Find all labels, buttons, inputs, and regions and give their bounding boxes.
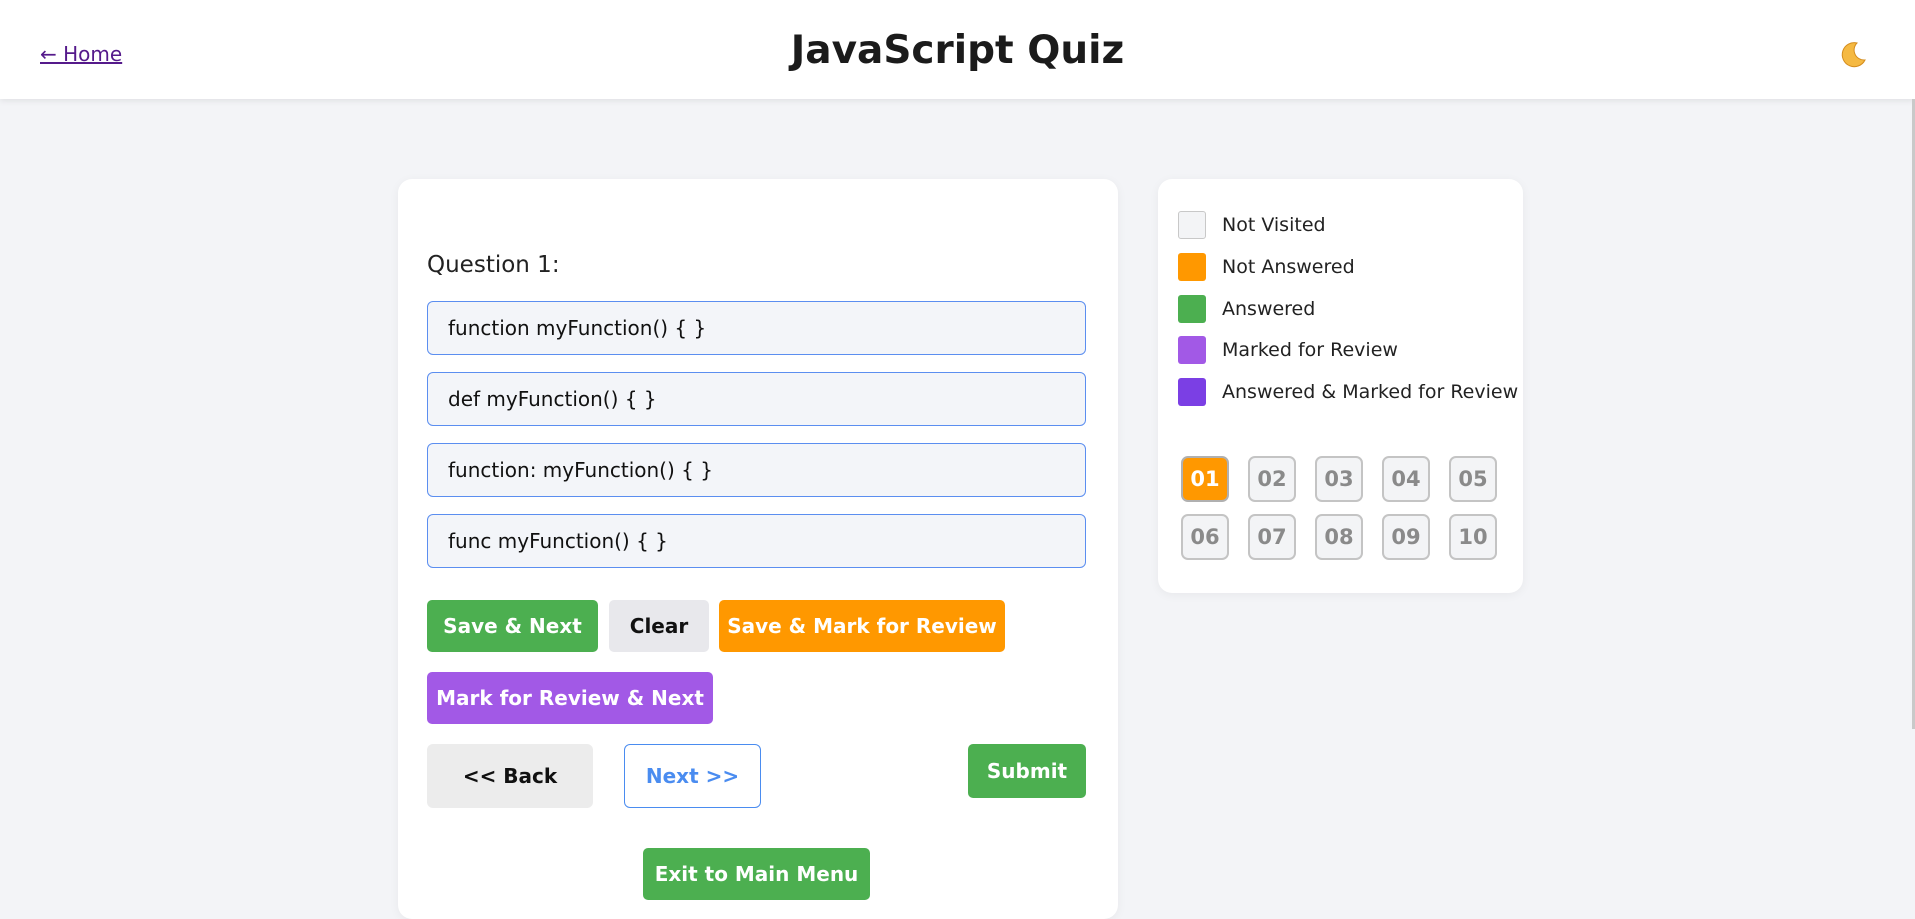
moon-icon[interactable]	[1838, 40, 1868, 70]
question-number-3[interactable]: 03	[1315, 456, 1363, 502]
mark-review-next-button[interactable]: Mark for Review & Next	[427, 672, 713, 724]
question-status-panel: Not Visited Not Answered Answered Marked…	[1158, 179, 1523, 593]
legend-label: Not Visited	[1222, 214, 1326, 236]
legend-label: Answered	[1222, 298, 1316, 320]
legend-marked-review: Marked for Review	[1178, 335, 1398, 365]
question-number-2[interactable]: 02	[1248, 456, 1296, 502]
answer-option-4[interactable]: func myFunction() { }	[427, 514, 1086, 568]
legend-swatch	[1178, 295, 1206, 323]
legend-answered-marked-review: Answered & Marked for Review	[1178, 377, 1518, 407]
clear-button[interactable]: Clear	[609, 600, 709, 652]
legend-label: Marked for Review	[1222, 339, 1398, 361]
next-button[interactable]: Next >>	[624, 744, 761, 808]
question-number-6[interactable]: 06	[1181, 514, 1229, 560]
save-mark-review-button[interactable]: Save & Mark for Review	[719, 600, 1005, 652]
answer-option-text: function: myFunction() { }	[448, 458, 713, 482]
legend-answered: Answered	[1178, 294, 1315, 324]
question-number-9[interactable]: 09	[1382, 514, 1430, 560]
answer-option-text: func myFunction() { }	[448, 529, 668, 553]
submit-button[interactable]: Submit	[968, 744, 1086, 798]
exit-main-menu-button[interactable]: Exit to Main Menu	[643, 848, 870, 900]
answer-option-1[interactable]: function myFunction() { }	[427, 301, 1086, 355]
page-title: JavaScript Quiz	[790, 28, 1125, 73]
answer-option-2[interactable]: def myFunction() { }	[427, 372, 1086, 426]
back-button[interactable]: << Back	[427, 744, 593, 808]
legend-not-answered: Not Answered	[1178, 252, 1355, 282]
legend-swatch	[1178, 211, 1206, 239]
legend-label: Not Answered	[1222, 256, 1355, 278]
legend-label: Answered & Marked for Review	[1222, 381, 1519, 403]
legend-swatch	[1178, 253, 1206, 281]
question-number-1[interactable]: 01	[1181, 456, 1229, 502]
answer-option-3[interactable]: function: myFunction() { }	[427, 443, 1086, 497]
question-number-4[interactable]: 04	[1382, 456, 1430, 502]
legend-swatch	[1178, 336, 1206, 364]
save-next-button[interactable]: Save & Next	[427, 600, 598, 652]
question-number-10[interactable]: 10	[1449, 514, 1497, 560]
legend-not-visited: Not Visited	[1178, 210, 1326, 240]
app-header: ← Home JavaScript Quiz	[0, 0, 1915, 99]
answer-option-text: function myFunction() { }	[448, 316, 707, 340]
question-number-7[interactable]: 07	[1248, 514, 1296, 560]
answer-option-text: def myFunction() { }	[448, 387, 657, 411]
question-label: Question 1:	[427, 252, 560, 278]
question-number-5[interactable]: 05	[1449, 456, 1497, 502]
question-number-8[interactable]: 08	[1315, 514, 1363, 560]
legend-swatch	[1178, 378, 1206, 406]
question-panel: Question 1: function myFunction() { } de…	[398, 179, 1118, 919]
